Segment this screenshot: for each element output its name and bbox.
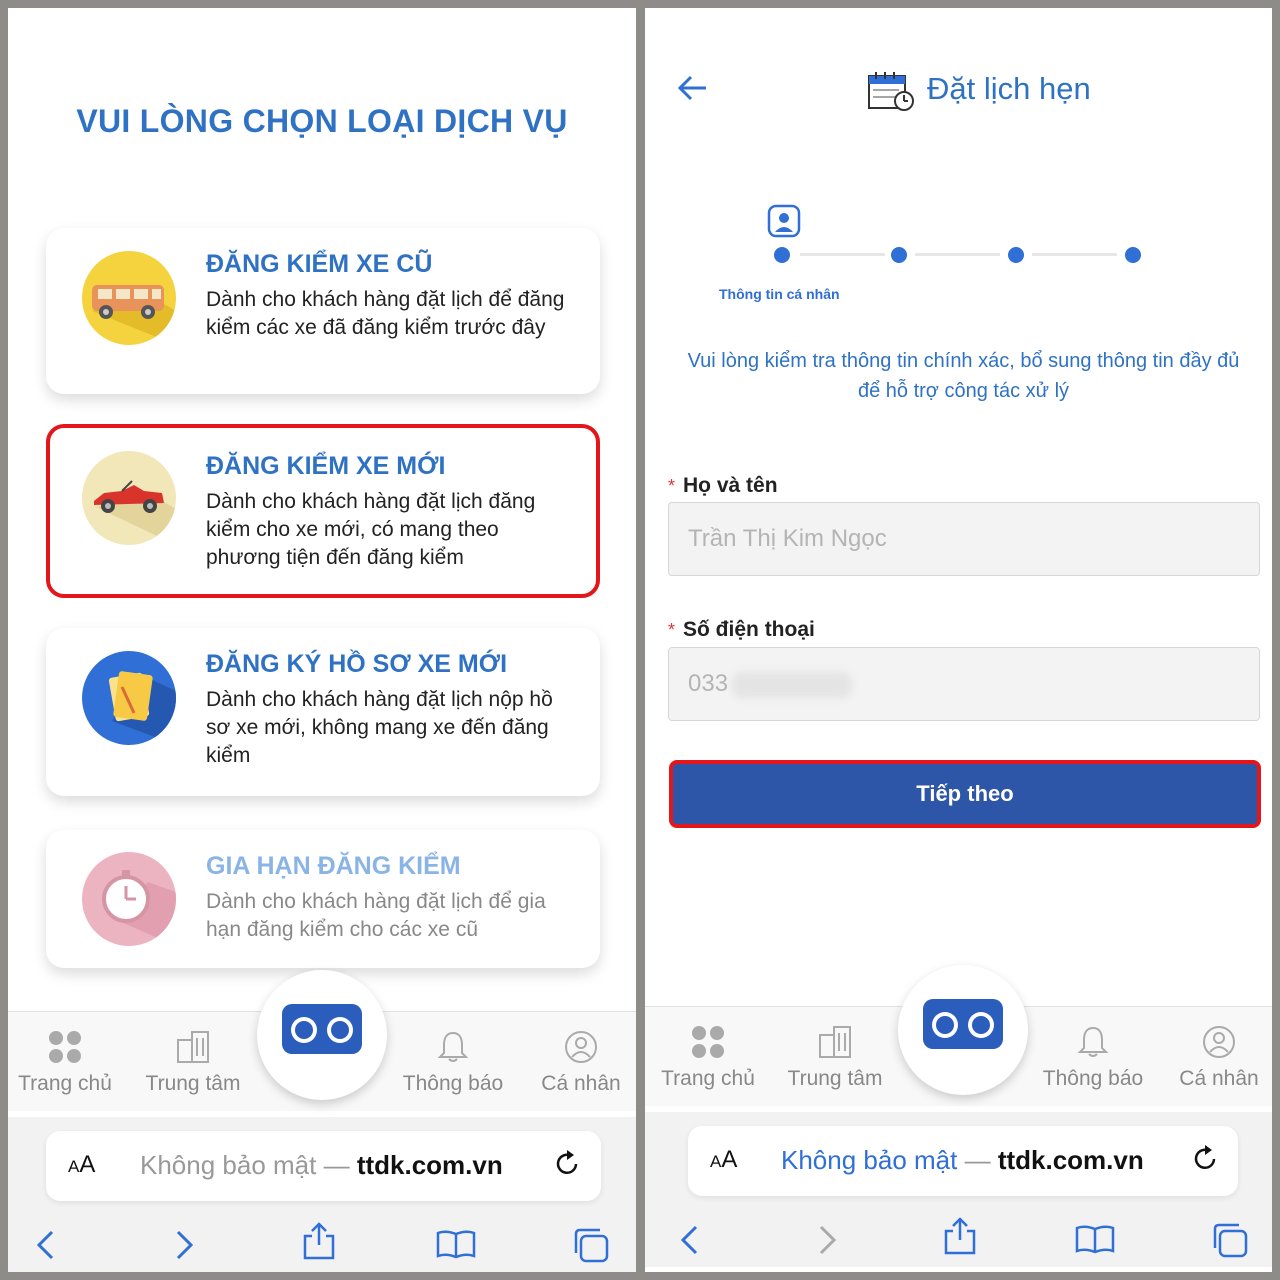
next-button[interactable]: Tiếp theo [669, 760, 1261, 828]
user-circle-icon [565, 1031, 597, 1063]
card-description: Dành cho khách hàng đặt lịch nộp hồ sơ x… [206, 688, 553, 767]
nav-label: Cá nhân [1179, 1067, 1259, 1090]
card-title: ĐĂNG KIỂM XE CŨ [206, 250, 433, 278]
tabs-icon[interactable] [572, 1227, 610, 1263]
step-dot-3 [1008, 247, 1024, 263]
url-text: Không bảo mật — ttdk.com.vn [781, 1145, 1144, 1175]
goggles-icon [923, 999, 1003, 1049]
appointment-screen: Đặt lịch hẹn Thông tin cá nhân Vui lòng … [645, 8, 1272, 1272]
back-chevron-icon[interactable] [678, 1224, 702, 1256]
browser-bar: AA Không bảo mật — ttdk.com.vn [645, 1112, 1272, 1267]
user-circle-icon [1203, 1026, 1235, 1058]
progress-stepper: Thông tin cá nhân [645, 198, 1272, 308]
card-title: GIA HẠN ĐĂNG KIỂM [206, 852, 461, 880]
back-arrow-icon[interactable] [677, 74, 709, 102]
address-bar[interactable]: AA Không bảo mật — ttdk.com.vn [46, 1131, 601, 1201]
camera-scan-button[interactable] [257, 970, 387, 1100]
grid-icon [692, 1026, 724, 1058]
bell-icon [1077, 1026, 1109, 1057]
bookmarks-icon[interactable] [1075, 1224, 1115, 1254]
person-badge-icon [767, 204, 801, 238]
forward-chevron-icon[interactable] [815, 1224, 839, 1256]
building-icon [177, 1031, 209, 1063]
service-card-extend-inspection[interactable]: GIA HẠN ĐĂNG KIỂM Dành cho khách hàng đặ… [46, 830, 600, 968]
forward-chevron-icon[interactable] [172, 1229, 196, 1261]
step-connector [800, 253, 885, 256]
text-size-button[interactable]: AA [710, 1146, 737, 1174]
step-dot-1 [774, 247, 790, 263]
required-mark: * [668, 476, 676, 496]
card-title: ĐĂNG KÝ HỒ SƠ XE MỚI [206, 650, 508, 678]
page-title: Đặt lịch hẹn [927, 71, 1091, 106]
text-size-button[interactable]: AA [68, 1151, 95, 1179]
nav-label: Trung tâm [787, 1067, 883, 1090]
bookmarks-icon[interactable] [436, 1229, 476, 1259]
nav-center[interactable]: Trung tâm [775, 1025, 895, 1091]
stopwatch-icon [82, 852, 176, 946]
nav-profile[interactable]: Cá nhân [521, 1030, 636, 1096]
nav-notifications[interactable]: Thông báo [1033, 1025, 1153, 1091]
nav-center[interactable]: Trung tâm [133, 1030, 253, 1096]
grid-icon [49, 1031, 81, 1063]
card-title: ĐĂNG KIỂM XE MỚI [206, 452, 446, 480]
step-label: Thông tin cá nhân [719, 286, 840, 302]
tabs-icon[interactable] [1211, 1222, 1249, 1258]
reload-icon[interactable] [1190, 1144, 1220, 1174]
camera-scan-button[interactable] [898, 965, 1028, 1095]
url-text: Không bảo mật — ttdk.com.vn [140, 1150, 503, 1180]
step-connector [915, 253, 1000, 256]
address-bar[interactable]: AA Không bảo mật — ttdk.com.vn [688, 1126, 1238, 1196]
required-mark: * [668, 620, 676, 640]
nav-label: Thông báo [402, 1072, 504, 1095]
nav-home[interactable]: Trang chủ [8, 1030, 125, 1096]
service-selection-screen: VUI LÒNG CHỌN LOẠI DỊCH VỤ ĐĂNG KIỂM XE … [8, 8, 636, 1272]
phone-field[interactable]: 033 [668, 647, 1260, 721]
convertible-car-icon [82, 451, 176, 545]
documents-icon [82, 651, 176, 745]
calendar-clock-icon [868, 72, 914, 111]
card-description: Dành cho khách hàng đặt lịch để đăng kiể… [206, 288, 565, 339]
share-icon[interactable] [943, 1216, 977, 1256]
back-chevron-icon[interactable] [34, 1229, 58, 1261]
step-connector [1032, 253, 1117, 256]
building-icon [819, 1026, 851, 1058]
card-description: Dành cho khách hàng đặt lịch để gia hạn … [206, 890, 546, 941]
goggles-icon [282, 1004, 362, 1054]
name-label: * Họ và tên [668, 474, 778, 497]
bell-icon [437, 1031, 469, 1062]
full-name-field[interactable]: Trần Thị Kim Ngọc [668, 502, 1260, 576]
service-card-new-vehicle[interactable]: ĐĂNG KIỂM XE MỚI Dành cho khách hàng đặt… [46, 424, 600, 598]
phone-label: * Số điện thoại [668, 618, 815, 641]
nav-profile[interactable]: Cá nhân [1159, 1025, 1272, 1091]
service-card-register-documents[interactable]: ĐĂNG KÝ HỒ SƠ XE MỚI Dành cho khách hàng… [46, 628, 600, 796]
nav-notifications[interactable]: Thông báo [393, 1030, 513, 1096]
nav-home[interactable]: Trang chủ [648, 1025, 768, 1091]
nav-label: Trang chủ [18, 1072, 112, 1095]
step-dot-2 [891, 247, 907, 263]
reload-icon[interactable] [552, 1149, 582, 1179]
redacted-digits [732, 671, 853, 698]
service-card-old-vehicle[interactable]: ĐĂNG KIỂM XE CŨ Dành cho khách hàng đặt … [46, 228, 600, 394]
nav-label: Cá nhân [541, 1072, 621, 1095]
share-icon[interactable] [302, 1221, 336, 1261]
card-description: Dành cho khách hàng đặt lịch đăng kiểm c… [206, 490, 536, 569]
instruction-text: Vui lòng kiểm tra thông tin chính xác, b… [687, 350, 1240, 402]
page-title: VUI LÒNG CHỌN LOẠI DỊCH VỤ [76, 103, 568, 139]
nav-label: Thông báo [1042, 1067, 1144, 1090]
nav-label: Trang chủ [661, 1067, 755, 1090]
nav-label: Trung tâm [145, 1072, 241, 1095]
van-icon [82, 251, 176, 345]
browser-bar: AA Không bảo mật — ttdk.com.vn [8, 1117, 636, 1272]
step-dot-4 [1125, 247, 1141, 263]
